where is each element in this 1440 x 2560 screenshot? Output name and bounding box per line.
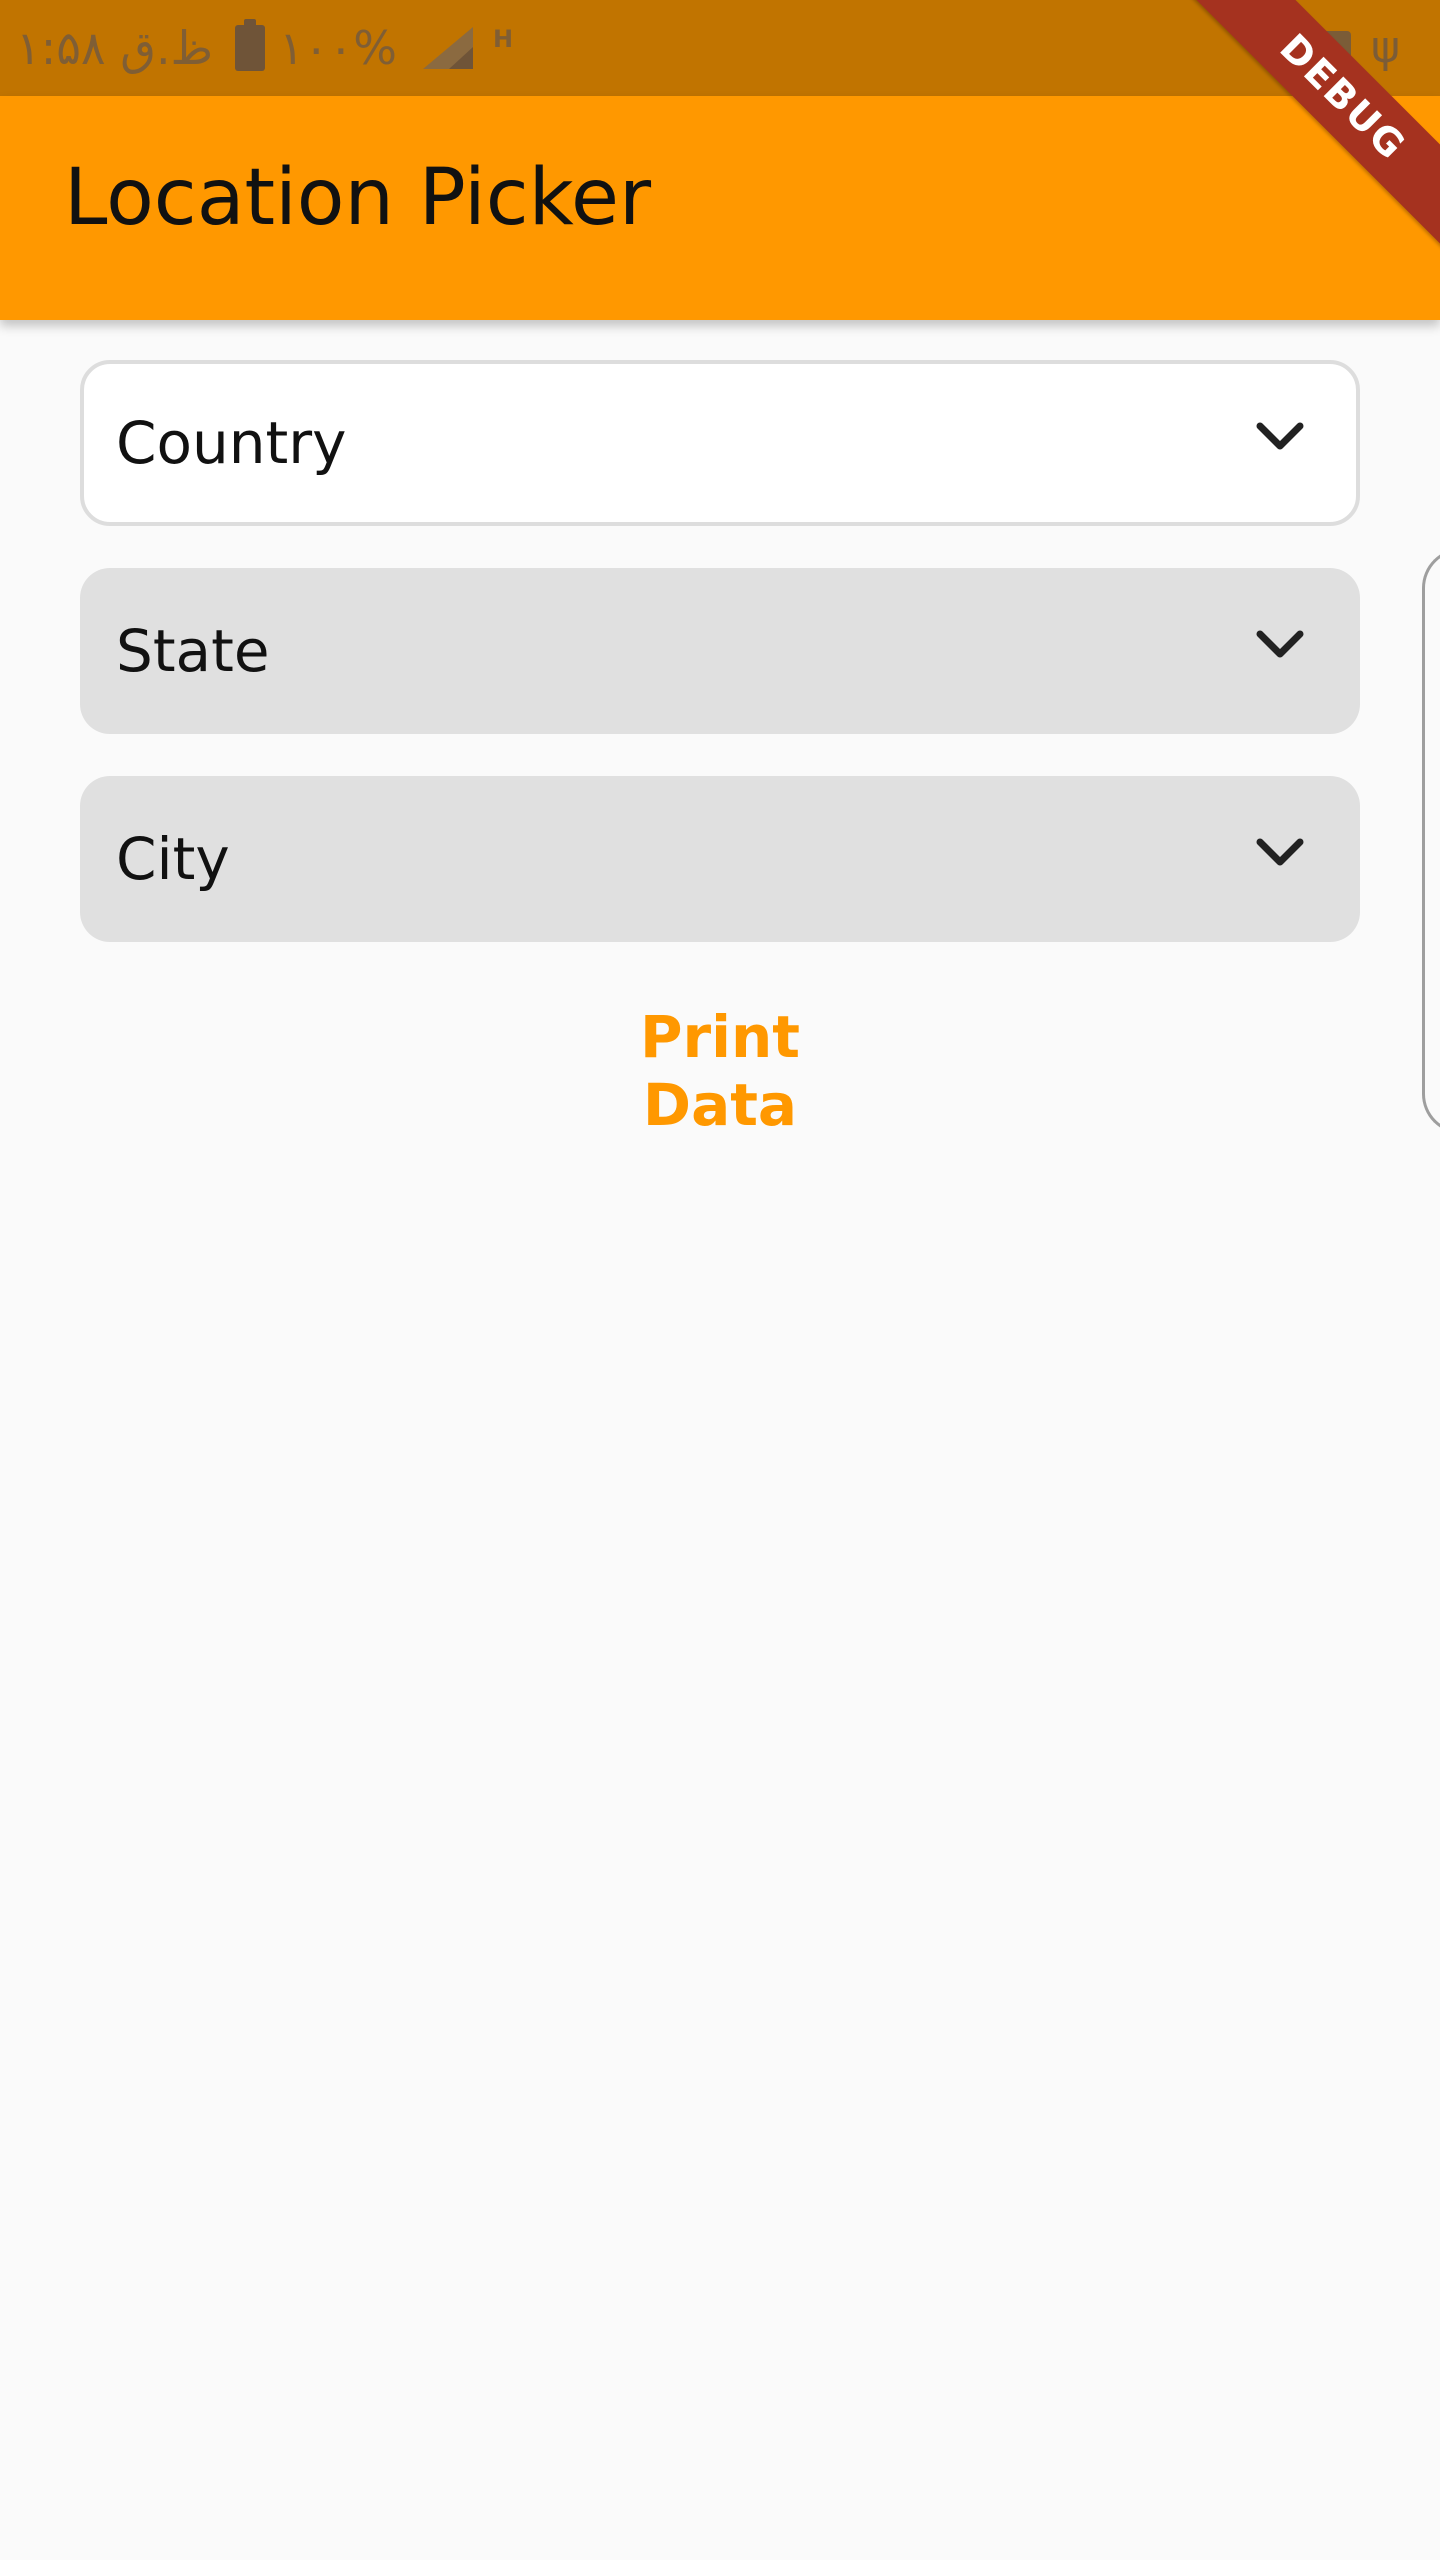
app-bar: Location Picker [0,96,1440,320]
state-dropdown-label: State [116,617,270,685]
chevron-down-icon [1256,422,1304,450]
status-time: ظ.ق ۱:۵۸ [16,21,214,75]
network-type: H [492,25,515,53]
location-form: Country State City Print Data [80,360,1360,1139]
chevron-down-icon [1256,630,1304,658]
city-dropdown[interactable]: City [80,776,1360,942]
page-title: Location Picker [64,153,652,243]
battery-full-icon [235,19,266,71]
country-dropdown-label: Country [116,409,347,477]
city-dropdown-label: City [116,825,230,893]
state-dropdown[interactable]: State [80,568,1360,734]
usb-icon: ψ [1370,22,1400,73]
country-dropdown[interactable]: Country [80,360,1360,526]
chevron-down-icon [1256,838,1304,866]
edge-panel-handle[interactable] [1422,548,1440,1134]
signal-icon [422,27,473,69]
print-data-button[interactable]: Print Data [560,1002,880,1139]
status-left: ظ.ق ۱:۵۸ ۱۰۰% H [16,18,514,78]
battery-percentage: ۱۰۰% [279,21,397,75]
